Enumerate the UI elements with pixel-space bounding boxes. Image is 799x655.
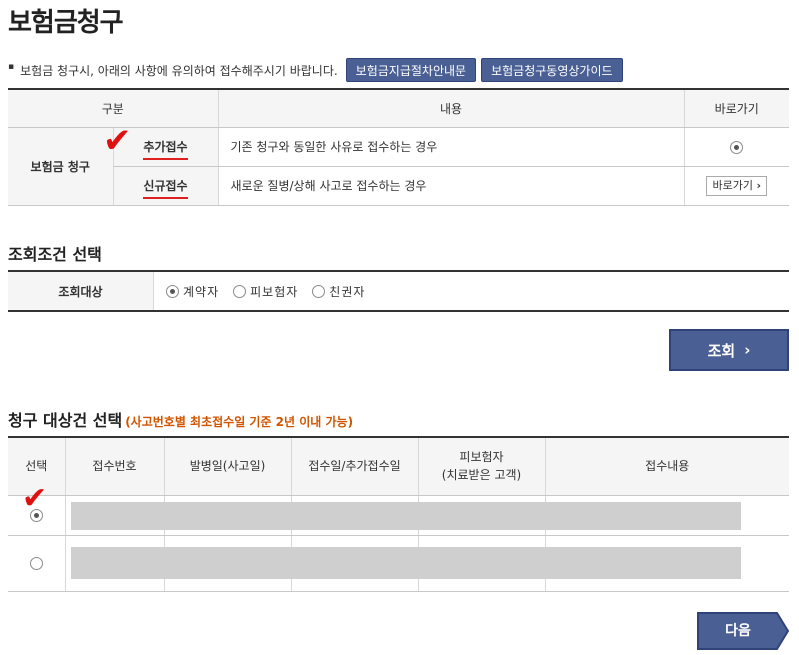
option-insured-label: 피보험자 <box>250 284 299 299</box>
notice-text: 보험금 청구시, 아래의 사항에 유의하여 접수해주시기 바랍니다. <box>20 63 338 78</box>
header-receipt-no: 접수번호 <box>64 437 164 496</box>
header-onset-date: 발병일(사고일) <box>163 437 291 496</box>
guardian-radio[interactable] <box>312 284 326 298</box>
additional-claim-radio[interactable] <box>730 140 744 154</box>
red-check-icon: ✔ <box>22 481 48 516</box>
claim-video-guide-button[interactable]: 보험금청구동영상가이드 <box>481 58 623 82</box>
row-select-radio[interactable] <box>29 557 43 570</box>
claim-select-cell-additional <box>683 127 789 167</box>
header-details: 접수내용 <box>544 437 789 496</box>
header-insured-line2: (치료받은 고객) <box>441 468 522 483</box>
new-claim-shortcut-button[interactable]: 바로가기 › <box>706 175 768 196</box>
claim-type-new-label: 신규접수 <box>143 179 188 199</box>
search-target-label: 조회대상 <box>8 272 154 310</box>
header-insured-line1: 피보험자 <box>459 450 504 465</box>
chevron-right-icon: › <box>744 341 751 359</box>
row-select-cell <box>8 535 65 592</box>
notice-bar: ▪ 보험금 청구시, 아래의 사항에 유의하여 접수해주시기 바랍니다. 보험금… <box>8 58 623 82</box>
claim-row-new: 신규접수 새로운 질병/상해 사고로 접수하는 경우 바로가기 › <box>8 166 789 206</box>
search-target-options: 계약자 피보험자 친권자 <box>154 283 379 300</box>
chevron-right-icon: › <box>756 178 762 192</box>
page-title: 보험금청구 <box>8 8 124 38</box>
claim-desc-additional: 기존 청구와 동일한 사유로 접수하는 경우 <box>217 127 684 167</box>
claim-type-new: 신규접수 <box>112 166 218 206</box>
header-insured: 피보험자 (치료받은 고객) <box>417 437 545 496</box>
claim-shortcut-cell-new: 바로가기 › <box>683 166 789 206</box>
option-insured[interactable]: 피보험자 <box>233 283 298 300</box>
insured-radio[interactable] <box>233 284 247 298</box>
option-contractor-label: 계약자 <box>183 284 220 299</box>
header-receipt-date: 접수일/추가접수일 <box>290 437 418 496</box>
option-contractor[interactable]: 계약자 <box>166 283 219 300</box>
claim-type-additional-label: 추가접수 <box>143 140 188 160</box>
next-button[interactable]: 다음 <box>697 612 789 650</box>
next-button-label: 다음 <box>725 623 751 639</box>
search-button-label: 조회 <box>707 341 736 360</box>
redacted-row-content <box>71 502 741 530</box>
shortcut-label: 바로가기 <box>712 178 753 192</box>
claim-category-label: 보험금 청구 <box>8 127 113 206</box>
claim-target-note: (사고번호별 최초접수일 기준 2년 이내 가능) <box>125 415 354 429</box>
option-guardian[interactable]: 친권자 <box>312 283 365 300</box>
header-shortcut: 바로가기 <box>683 89 789 128</box>
search-condition-title: 조회조건 선택 <box>8 245 102 264</box>
search-condition-box: 조회대상 계약자 피보험자 친권자 <box>8 270 789 312</box>
claim-desc-new: 새로운 질병/상해 사고로 접수하는 경우 <box>217 166 684 206</box>
red-check-icon: ✔ <box>103 121 132 161</box>
bullet-icon: ▪ <box>8 62 15 72</box>
contractor-radio[interactable] <box>166 284 179 298</box>
search-button[interactable]: 조회 › <box>669 329 789 371</box>
payment-procedure-guide-button[interactable]: 보험금지급절차안내문 <box>345 58 477 82</box>
redacted-row-content <box>71 547 741 579</box>
table-header-row: 선택 접수번호 발병일(사고일) 접수일/추가접수일 피보험자 (치료받은 고객… <box>8 437 789 496</box>
claim-target-title-text: 청구 대상건 선택 <box>8 411 123 430</box>
header-content: 내용 <box>217 89 684 128</box>
option-guardian-label: 친권자 <box>329 284 366 299</box>
claim-target-title: 청구 대상건 선택 (사고번호별 최초접수일 기준 2년 이내 가능) <box>8 407 353 431</box>
